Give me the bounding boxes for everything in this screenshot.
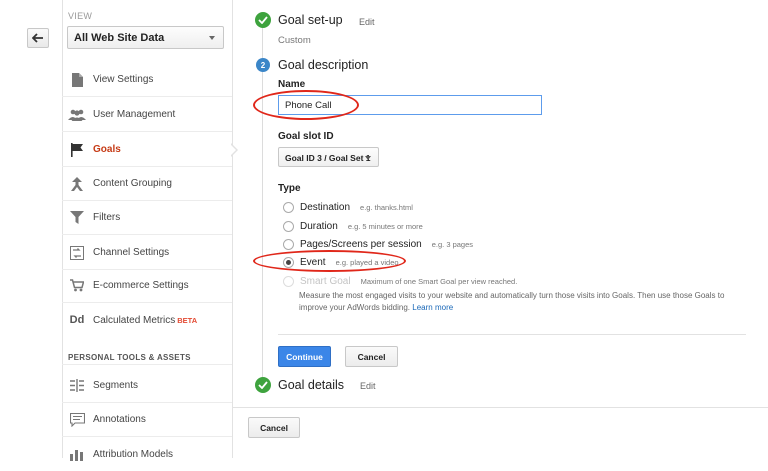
- flag-icon: [68, 141, 86, 159]
- section-header: PERSONAL TOOLS & ASSETS: [68, 353, 191, 362]
- nav-item-channel-settings[interactable]: Channel Settings: [62, 236, 232, 270]
- step-connector: [262, 20, 263, 385]
- slot-label: Goal slot ID: [278, 131, 334, 142]
- radio-button[interactable]: [283, 201, 294, 213]
- check-circle-icon: [255, 377, 271, 393]
- channel-icon: [68, 244, 86, 262]
- type-option-smart-goal: Smart Goal Maximum of one Smart Goal per…: [283, 274, 517, 288]
- nav-item-attribution-models[interactable]: Attribution Models: [62, 437, 232, 471]
- active-indicator-inner: [230, 144, 236, 156]
- radio-button-selected[interactable]: [283, 256, 294, 268]
- nav-item-label: Calculated Metrics BETA: [93, 314, 198, 326]
- name-label: Name: [278, 79, 306, 90]
- nav-item-label: Annotations: [93, 414, 146, 425]
- type-option-example: e.g. 3 pages: [431, 239, 474, 249]
- continue-button[interactable]: Continue: [278, 346, 331, 367]
- nav-item-label: Content Grouping: [93, 178, 172, 189]
- nav-item-label: Segments: [93, 380, 139, 391]
- type-option-pages-screens[interactable]: Pages/Screens per session e.g. 3 pages: [283, 237, 473, 251]
- radio-button[interactable]: [283, 238, 294, 250]
- goal-name-input[interactable]: [278, 95, 542, 115]
- type-option-example: Maximum of one Smart Goal per view reach…: [360, 276, 518, 286]
- nav-item-annotations[interactable]: Annotations: [62, 403, 232, 437]
- nav-item-ecommerce-settings[interactable]: E-commerce Settings: [62, 269, 232, 303]
- step-number-badge: 2: [256, 58, 270, 72]
- filter-icon: [68, 209, 86, 227]
- users-icon: [68, 106, 86, 124]
- section-divider: [278, 334, 746, 335]
- type-option-example: e.g. thanks.html: [360, 202, 413, 212]
- caret-down-icon: [365, 156, 371, 160]
- edit-setup-link[interactable]: Edit: [359, 17, 375, 27]
- type-option-event[interactable]: Event e.g. played a video: [283, 255, 399, 269]
- step-title-details: Goal details: [278, 378, 345, 392]
- section-divider: [62, 364, 232, 365]
- type-option-label: Destination: [300, 201, 351, 213]
- type-label: Type: [278, 183, 301, 194]
- dd-icon: Dd: [69, 314, 85, 326]
- cancel-step-button[interactable]: Cancel: [345, 346, 398, 367]
- view-label: VIEW: [68, 11, 93, 21]
- grouping-icon: [68, 175, 86, 193]
- segments-icon: [68, 377, 86, 395]
- radio-button-disabled: [283, 275, 294, 287]
- nav-item-label: View Settings: [93, 74, 154, 85]
- nav-item-user-management[interactable]: User Management: [62, 98, 232, 132]
- nav-item-label: Filters: [93, 212, 121, 223]
- type-option-duration[interactable]: Duration e.g. 5 minutes or more: [283, 219, 423, 233]
- step-title-description: Goal description: [278, 58, 369, 72]
- radio-button[interactable]: [283, 220, 294, 232]
- type-option-label: Event: [300, 256, 326, 268]
- nav-item-label: E-commerce Settings: [93, 280, 189, 291]
- step-title-setup: Goal set-up: [278, 13, 343, 27]
- view-dropdown[interactable]: All Web Site Data: [67, 26, 224, 49]
- nav-item-calculated-metrics[interactable]: Dd Calculated Metrics BETA: [62, 303, 232, 337]
- nav-item-segments[interactable]: Segments: [62, 369, 232, 403]
- bar-chart-icon: [68, 445, 86, 463]
- nav-item-label: User Management: [93, 109, 176, 120]
- cancel-button[interactable]: Cancel: [248, 417, 300, 438]
- type-option-label: Smart Goal: [300, 275, 351, 287]
- type-option-label: Duration: [300, 220, 338, 232]
- nav-item-label: Channel Settings: [93, 247, 170, 258]
- goal-slot-value: Goal ID 3 / Goal Set 1: [285, 153, 371, 163]
- type-option-label: Pages/Screens per session: [300, 238, 422, 250]
- beta-badge: BETA: [177, 315, 198, 325]
- annotations-icon: [68, 411, 86, 429]
- nav-item-filters[interactable]: Filters: [62, 201, 232, 235]
- nav-item-view-settings[interactable]: View Settings: [62, 63, 232, 97]
- smart-goal-description: Measure the most engaged visits to your …: [299, 291, 725, 312]
- type-option-example: e.g. 5 minutes or more: [347, 221, 423, 231]
- learn-more-link[interactable]: Learn more: [412, 303, 453, 312]
- cart-icon: [68, 277, 86, 295]
- nav-item-content-grouping[interactable]: Content Grouping: [62, 167, 232, 201]
- edit-details-link[interactable]: Edit: [360, 381, 376, 391]
- arrow-left-icon: [32, 33, 43, 43]
- nav-item-goals[interactable]: Goals: [62, 133, 232, 167]
- setup-subtitle: Custom: [278, 35, 311, 46]
- panel-divider: [232, 0, 233, 458]
- nav-item-label: Goals: [93, 144, 121, 155]
- type-option-example: e.g. played a video: [335, 257, 399, 267]
- caret-down-icon: [209, 36, 215, 40]
- document-icon: [68, 71, 86, 89]
- goal-slot-dropdown[interactable]: Goal ID 3 / Goal Set 1: [278, 147, 379, 167]
- back-button[interactable]: [27, 28, 49, 48]
- view-dropdown-value: All Web Site Data: [74, 32, 165, 44]
- type-option-destination[interactable]: Destination e.g. thanks.html: [283, 200, 413, 214]
- check-circle-icon: [255, 12, 271, 28]
- footer-divider: [232, 407, 768, 408]
